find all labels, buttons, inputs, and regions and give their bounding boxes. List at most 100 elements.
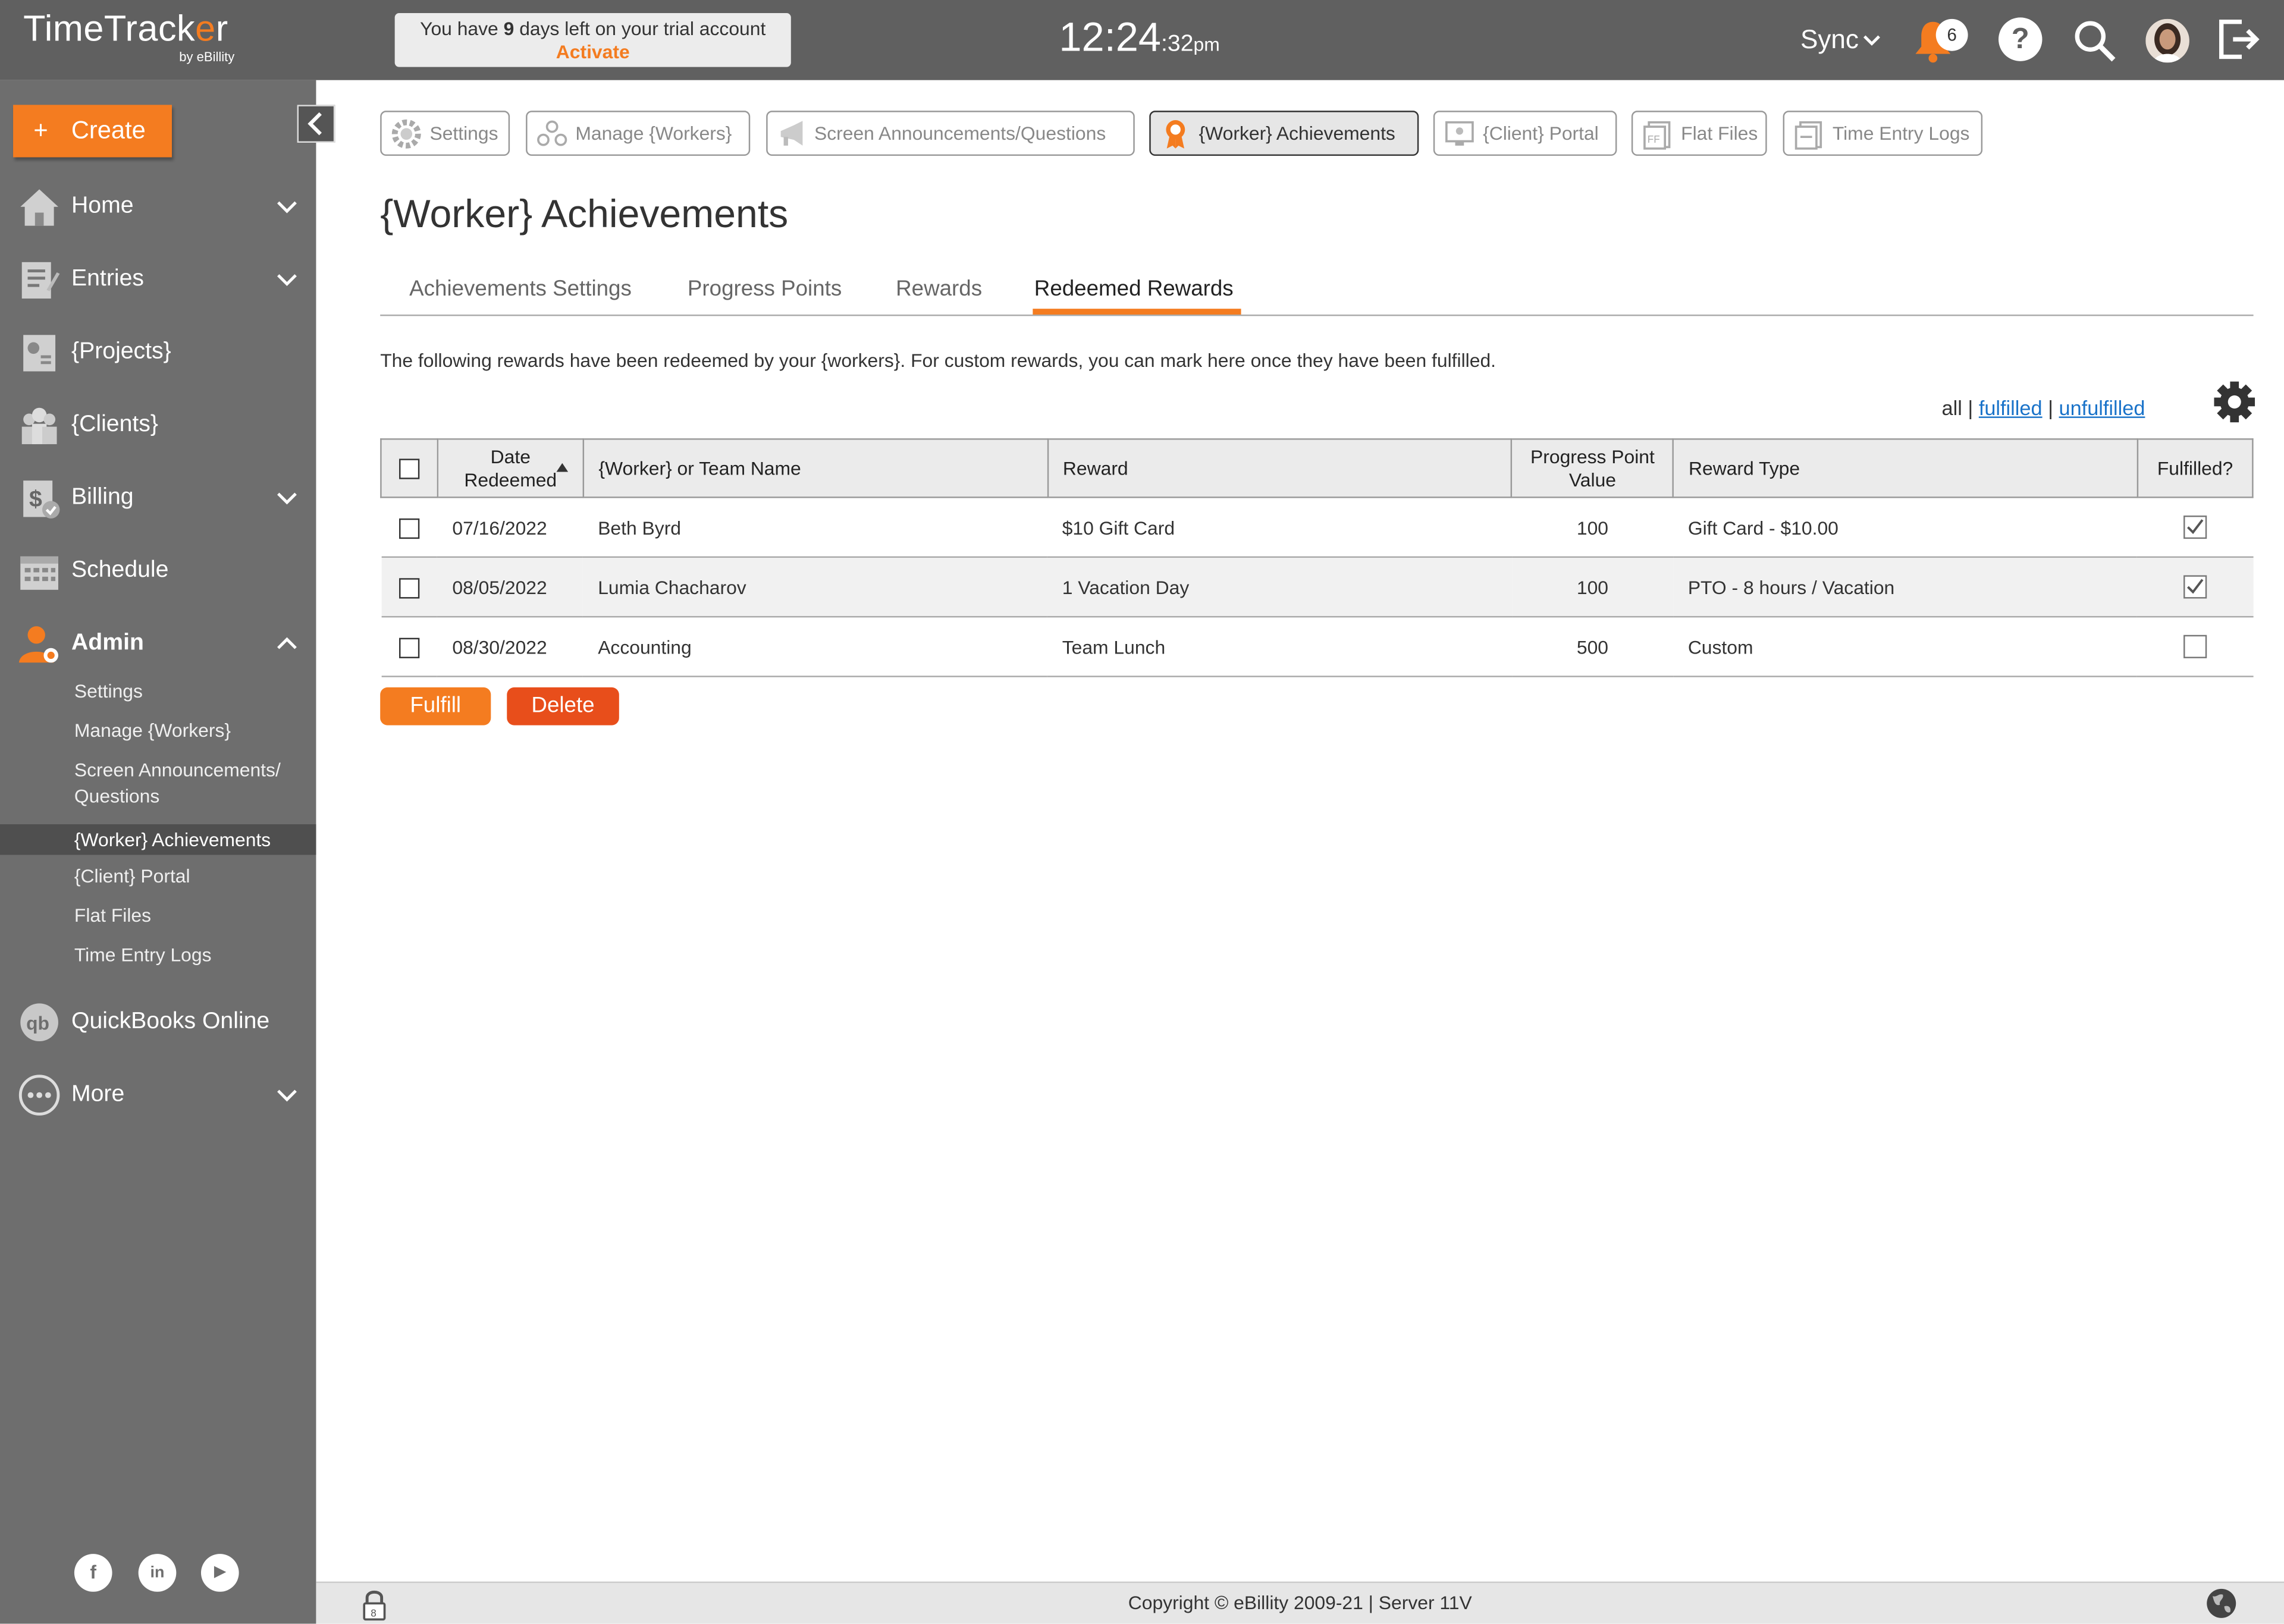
sidebar-item-admin[interactable]: Admin — [0, 616, 316, 674]
row-checkbox[interactable] — [399, 577, 420, 599]
active-subtab-indicator — [1033, 309, 1241, 315]
fulfilled-checkbox[interactable] — [2183, 516, 2207, 539]
header-label-line2: Redeemed — [464, 468, 557, 491]
globe-icon[interactable] — [2205, 1587, 2238, 1619]
logo-accent-letter: e — [195, 8, 216, 50]
sidebar-subitem-client-portal[interactable]: {Client} Portal — [0, 863, 316, 890]
tab-time-entry-logs[interactable]: Time Entry Logs — [1783, 111, 1983, 156]
subtab-progress-points[interactable]: Progress Points — [688, 277, 842, 301]
column-header-points[interactable]: Progress Point Value — [1511, 438, 1674, 498]
tab-label: Time Entry Logs — [1832, 122, 1970, 145]
svg-text:FF: FF — [1648, 133, 1660, 145]
subtab-divider — [380, 314, 2254, 316]
chevron-down-icon[interactable] — [275, 489, 299, 507]
gear-icon[interactable] — [2213, 380, 2256, 423]
sidebar-subitem-time-entry-logs[interactable]: Time Entry Logs — [0, 943, 316, 969]
page-title: {Worker} Achievements — [380, 192, 789, 236]
cell-points: 500 — [1511, 617, 1674, 677]
help-icon[interactable]: ? — [1999, 17, 2043, 61]
row-select-cell — [381, 617, 438, 677]
subitem-label-line2: Questions — [74, 785, 160, 807]
sidebar-item-billing[interactable]: $ Billing — [0, 470, 316, 529]
sync-dropdown[interactable]: Sync — [1800, 25, 1881, 55]
sidebar-item-projects[interactable]: {Projects} — [0, 325, 316, 383]
subitem-label: {Client} Portal — [74, 865, 190, 887]
sidebar-subitem-worker-achievements[interactable]: {Worker} Achievements — [0, 824, 316, 855]
cell-name: Beth Byrd — [583, 497, 1048, 558]
column-header-name[interactable]: {Worker} or Team Name — [582, 438, 1049, 498]
linkedin-icon[interactable]: in — [138, 1554, 177, 1592]
subitem-label: Time Entry Logs — [74, 943, 212, 966]
delete-button[interactable]: Delete — [507, 687, 619, 725]
sidebar-item-entries[interactable]: Entries — [0, 252, 316, 310]
search-icon[interactable] — [2071, 17, 2117, 64]
chevron-down-icon[interactable] — [275, 1086, 299, 1104]
copyright-text: Copyright © eBillity 2009-21 | Server 11… — [1128, 1591, 1472, 1614]
subtab-achievements-settings[interactable]: Achievements Settings — [409, 277, 632, 301]
tab-worker-achievements[interactable]: {Worker} Achievements — [1149, 111, 1419, 156]
tab-label: Screen Announcements/Questions — [814, 122, 1106, 145]
sidebar-subitem-manage-workers[interactable]: Manage {Workers} — [0, 718, 316, 744]
clock: 12:24:32pm — [1059, 14, 1219, 61]
subtab-rewards[interactable]: Rewards — [896, 277, 982, 301]
collapse-sidebar-button[interactable] — [297, 105, 335, 143]
column-header-reward[interactable]: Reward — [1046, 438, 1513, 498]
tab-client-portal[interactable]: {Client} Portal — [1433, 111, 1617, 156]
avatar-image — [2145, 18, 2189, 63]
select-all-cell — [380, 438, 439, 498]
create-label: Create — [71, 116, 146, 145]
create-button[interactable]: + Create — [13, 105, 172, 158]
footer: 8 Copyright © eBillity 2009-21 | Server … — [316, 1581, 2284, 1624]
filter-all[interactable]: all — [1942, 396, 1962, 419]
sidebar-item-home[interactable]: Home — [0, 179, 316, 237]
tab-label: {Worker} Achievements — [1199, 122, 1395, 145]
filter-unfulfilled[interactable]: unfulfilled — [2059, 396, 2145, 419]
sidebar-subitem-screen-announcements[interactable]: Screen Announcements/ Questions — [0, 757, 316, 809]
chevron-down-icon[interactable] — [275, 271, 299, 288]
facebook-icon[interactable]: f — [74, 1554, 112, 1592]
sidebar-item-label: {Projects} — [71, 339, 171, 365]
megaphone-icon — [780, 121, 803, 146]
chevron-up-icon[interactable] — [275, 635, 299, 652]
sidebar-item-label: Billing — [71, 485, 134, 510]
sidebar-item-quickbooks[interactable]: qb QuickBooks Online — [0, 995, 316, 1053]
sidebar-item-label: Entries — [71, 266, 144, 291]
table-row: 08/05/2022 Lumia Chacharov 1 Vacation Da… — [381, 557, 2253, 618]
column-header-date[interactable]: Date Redeemed — [437, 438, 584, 498]
user-avatar[interactable] — [2145, 18, 2189, 63]
trial-days: 9 — [503, 17, 514, 40]
home-icon — [20, 189, 58, 226]
sidebar-item-schedule[interactable]: Schedule — [0, 543, 316, 601]
tab-label: Manage {Workers} — [575, 122, 732, 145]
sidebar-item-more[interactable]: More — [0, 1067, 316, 1126]
youtube-icon[interactable]: ▶ — [200, 1554, 239, 1592]
projects-icon — [23, 335, 56, 372]
tab-settings[interactable]: Settings — [380, 111, 510, 156]
chevron-down-icon[interactable] — [275, 198, 299, 215]
cell-reward: 1 Vacation Day — [1047, 557, 1512, 618]
tab-flat-files[interactable]: FF Flat Files — [1631, 111, 1767, 156]
subitem-label: Screen Announcements/ — [74, 758, 281, 781]
row-checkbox[interactable] — [399, 637, 420, 658]
fulfill-button[interactable]: Fulfill — [380, 687, 491, 725]
tab-manage-workers[interactable]: Manage {Workers} — [526, 111, 751, 156]
column-header-reward-type[interactable]: Reward Type — [1673, 438, 2138, 498]
sidebar-subitem-settings[interactable]: Settings — [0, 679, 316, 705]
page-description: The following rewards have been redeemed… — [380, 349, 1496, 372]
activate-link[interactable]: Activate — [395, 41, 791, 63]
select-all-checkbox[interactable] — [399, 458, 420, 479]
fulfilled-checkbox[interactable] — [2183, 635, 2207, 659]
column-header-fulfilled[interactable]: Fulfilled? — [2136, 438, 2254, 498]
trial-text-prefix: You have — [420, 17, 504, 40]
subtab-redeemed-rewards[interactable]: Redeemed Rewards — [1034, 277, 1234, 301]
row-checkbox[interactable] — [399, 518, 420, 539]
cell-fulfilled — [2137, 557, 2253, 618]
logout-icon[interactable] — [2216, 16, 2262, 62]
sidebar-item-clients[interactable]: {Clients} — [0, 398, 316, 456]
subitem-label: {Worker} Achievements — [74, 828, 271, 851]
fulfilled-checkbox[interactable] — [2183, 576, 2207, 599]
sidebar-subitem-flat-files[interactable]: Flat Files — [0, 903, 316, 929]
tab-screen-announcements[interactable]: Screen Announcements/Questions — [766, 111, 1135, 156]
filter-fulfilled[interactable]: fulfilled — [1979, 396, 2043, 419]
app-logo[interactable]: TimeTracker by eBillity — [23, 8, 234, 64]
